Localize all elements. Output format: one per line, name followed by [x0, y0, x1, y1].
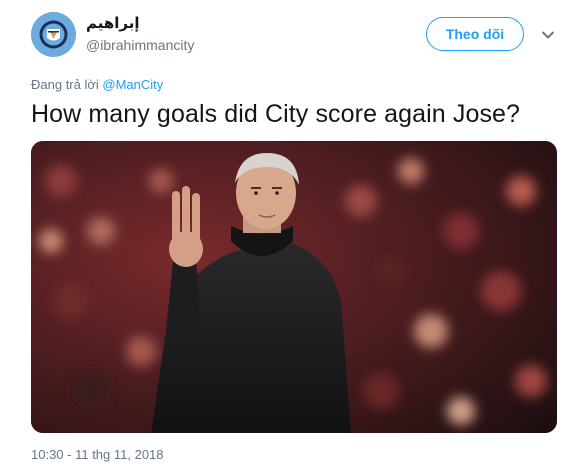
- man-city-crest-icon: [31, 12, 76, 57]
- tweet-media-photo[interactable]: [31, 141, 557, 433]
- display-name[interactable]: إبراهيم: [86, 14, 140, 32]
- tweet-text: How many goals did City score again Jose…: [31, 100, 521, 128]
- chevron-down-icon[interactable]: [540, 27, 556, 43]
- tweet-timestamp[interactable]: 10:30 - 11 thg 11, 2018: [31, 447, 164, 462]
- photo-icon: [31, 141, 557, 433]
- user-handle[interactable]: @ibrahimmancity: [86, 37, 194, 53]
- reply-context: Đang trả lời @ManCity: [31, 77, 163, 92]
- follow-button[interactable]: Theo dõi: [426, 17, 524, 51]
- reply-prefix: Đang trả lời: [31, 77, 103, 92]
- reply-mention-link[interactable]: @ManCity: [102, 77, 163, 92]
- avatar[interactable]: [31, 12, 76, 57]
